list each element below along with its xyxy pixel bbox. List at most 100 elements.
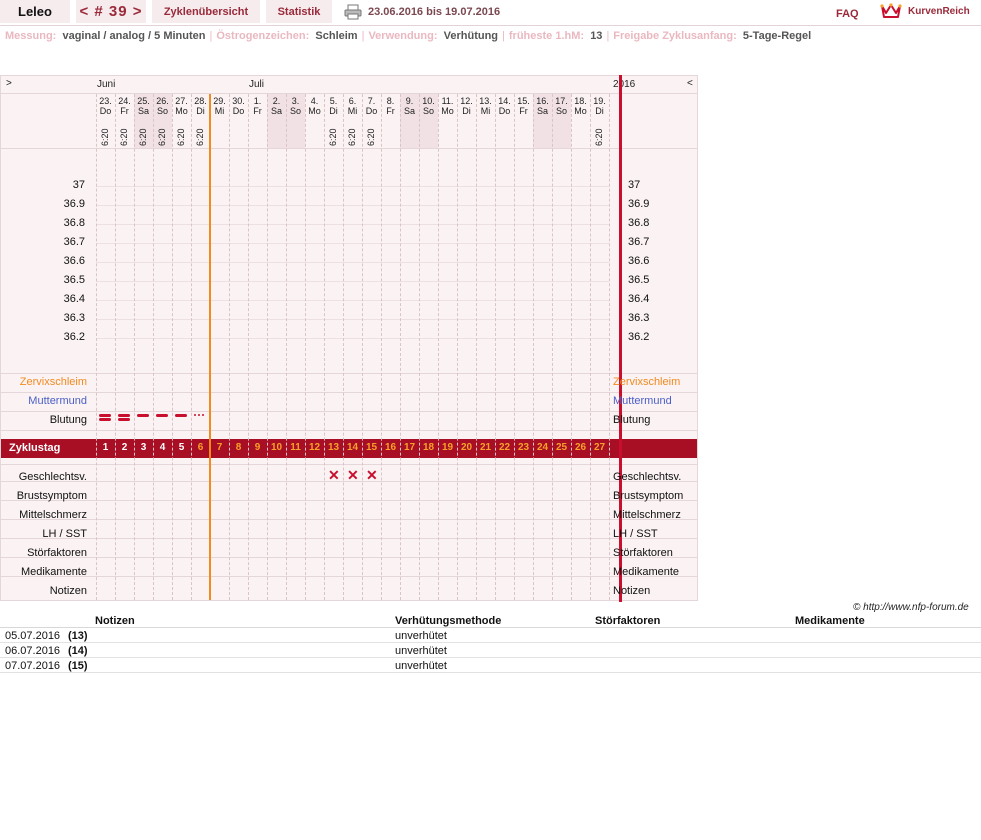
day-gridline: [324, 94, 325, 600]
cycle-day-number: 19: [441, 442, 454, 453]
measurement-time: 6:20: [594, 128, 604, 146]
day-weekday: Do: [498, 106, 511, 116]
temperature-label-right: 36.4: [628, 293, 650, 305]
tab-statistics[interactable]: Statistik: [266, 0, 332, 23]
intercourse-x-icon: ✕: [366, 467, 378, 483]
day-number: 24.: [118, 96, 131, 106]
temperature-label-left: 36.9: [63, 198, 85, 210]
day-gridline: [514, 94, 515, 600]
bleeding-medium-mark: [175, 414, 187, 417]
brand-logo[interactable]: KurvenReich: [880, 2, 970, 20]
cycle-day-number: 13: [327, 442, 340, 453]
cycle-day-number: 18: [422, 442, 435, 453]
next-cycle-arrow[interactable]: <: [687, 78, 693, 89]
row-label-right-medikamente: Medikamente: [613, 566, 680, 578]
day-weekday: Mi: [480, 106, 491, 116]
temperature-label-right: 36.6: [628, 255, 650, 267]
day-number: 23.: [99, 96, 112, 106]
day-gridline: [134, 94, 135, 600]
temperature-label-right: 36.2: [628, 331, 650, 343]
setting-label: Freigabe Zyklusanfang:: [613, 30, 737, 42]
cycle-day-number: 25: [555, 442, 568, 453]
day-gridline: [552, 94, 553, 600]
temperature-label-left: 36.6: [63, 255, 85, 267]
day-weekday: Mo: [441, 106, 454, 116]
day-weekday: So: [289, 106, 301, 116]
cycle-day-number: 1: [102, 442, 109, 453]
setting-value: 5-Tage-Regel: [742, 30, 812, 42]
row-divider: [1, 557, 697, 558]
day-weekday: Sa: [137, 106, 149, 116]
faq-link[interactable]: FAQ: [836, 8, 859, 20]
day-gridline: [191, 94, 192, 600]
day-gridline: [248, 94, 249, 600]
cycle-day-number: 15: [365, 442, 378, 453]
row-divider: [1, 93, 697, 94]
day-weekday: Mi: [214, 106, 225, 116]
note-cycle-day: (15): [68, 660, 88, 672]
temperature-label-right: 36.9: [628, 198, 650, 210]
day-weekday: Mo: [175, 106, 188, 116]
cycle-switcher[interactable]: < # 39 >: [76, 0, 146, 23]
day-gridline: [438, 94, 439, 600]
cycle-day-label: Zyklustag: [9, 442, 61, 454]
temperature-label-left: 36.2: [63, 331, 85, 343]
setting-value: Verhütung: [443, 30, 499, 42]
notes-row: 05.07.2016 (13) unverhütet: [0, 628, 981, 643]
row-divider: [1, 464, 697, 465]
tab-cycle-overview[interactable]: Zyklenübersicht: [152, 0, 260, 23]
day-gridline: [96, 94, 97, 600]
day-weekday: Sa: [536, 106, 548, 116]
day-number: 30.: [232, 96, 245, 106]
day-number: 19.: [593, 96, 606, 106]
month-label: Juni: [97, 79, 116, 90]
measurement-time: 6:20: [176, 128, 186, 146]
previous-cycle-arrow[interactable]: >: [6, 78, 12, 89]
day-number: 27.: [175, 96, 188, 106]
temperature-label-left: 36.5: [63, 274, 85, 286]
row-divider: [1, 538, 697, 539]
notes-table: Notizen Verhütungsmethode Störfaktoren Medi…: [0, 614, 981, 673]
bleeding-spotting-mark: [198, 414, 200, 416]
day-gridline: [381, 94, 382, 600]
cycle-day-bar: Zyklustag 1 2 3 4 5 6 7 8 9 10 11 12 13 14 15 16 17 18 19 2…: [1, 439, 697, 458]
note-date: 05.07.2016: [5, 630, 61, 642]
cycle-day-number: 23: [517, 442, 530, 453]
bleeding-spotting-mark: [194, 414, 196, 416]
row-label-muttermund: Muttermund: [28, 395, 87, 407]
day-number: 28.: [194, 96, 207, 106]
day-number: 5.: [329, 96, 338, 106]
day-gridline: [476, 94, 477, 600]
temperature-label-right: 36.3: [628, 312, 650, 324]
cycle-day-number: 4: [159, 442, 166, 453]
current-day-line: [209, 94, 211, 600]
top-navigation: Leleo < # 39 > Zyklenübersicht Statistik…: [0, 0, 981, 26]
day-number: 1.: [253, 96, 262, 106]
day-gridline: [571, 94, 572, 600]
day-weekday: Di: [196, 106, 205, 116]
note-date: 06.07.2016: [5, 645, 61, 657]
day-number: 2.: [272, 96, 281, 106]
settings-separator: |: [502, 30, 505, 42]
cycle-day-number: 10: [270, 442, 283, 453]
day-gridline: [609, 94, 610, 600]
cycle-day-number: 12: [308, 442, 321, 453]
bleeding-heavy-mark: [118, 414, 130, 417]
cycle-day-number: 24: [536, 442, 549, 453]
row-divider: [1, 500, 697, 501]
cycle-day-number: 21: [479, 442, 492, 453]
day-weekday: Do: [365, 106, 378, 116]
copyright: © http://www.nfp-forum.de: [853, 602, 969, 613]
day-weekday: Fr: [120, 106, 129, 116]
day-number: 29.: [213, 96, 226, 106]
printer-icon[interactable]: [344, 4, 362, 20]
row-divider: [1, 411, 697, 412]
temperature-label-left: 36.8: [63, 217, 85, 229]
day-gridline: [457, 94, 458, 600]
day-weekday: Di: [462, 106, 471, 116]
row-label-blutung: Blutung: [49, 414, 87, 426]
row-label-right-geschlechtsv.: Geschlechtsv.: [613, 471, 682, 483]
day-gridline: [305, 94, 306, 600]
row-label-right-mittelschmerz: Mittelschmerz: [613, 509, 681, 521]
bleeding-heavy-mark: [99, 414, 111, 417]
